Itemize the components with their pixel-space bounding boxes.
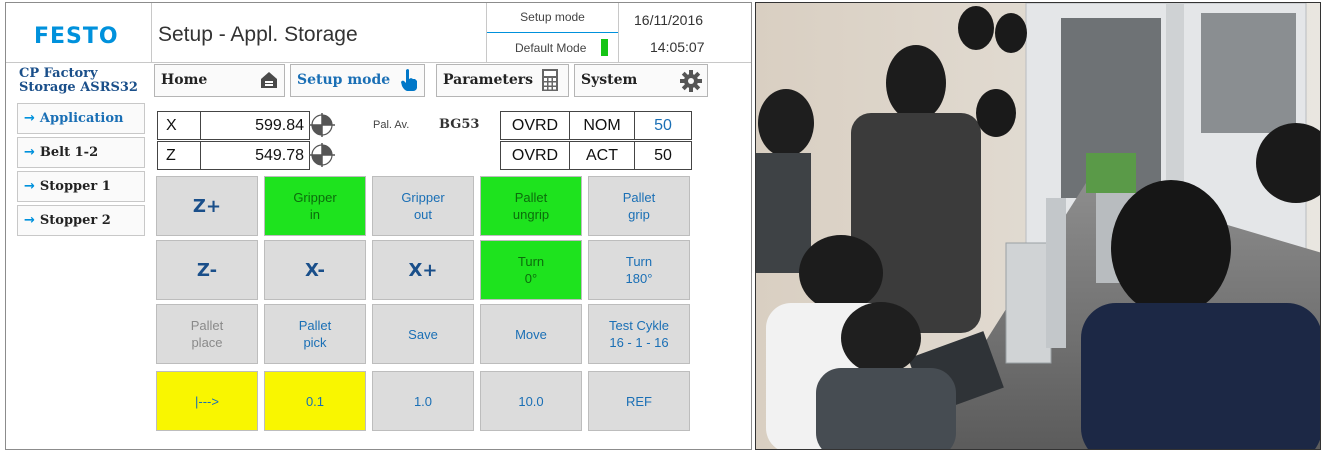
z-axis-label: Z — [157, 141, 201, 170]
turn-180-button[interactable]: Turn 180° — [588, 240, 690, 300]
gripper-in-button[interactable]: Gripper in — [264, 176, 366, 236]
pallet-ungrip-button[interactable]: Pallet ungrip — [480, 176, 582, 236]
tab-setup-mode-label: Setup mode — [297, 72, 391, 88]
arrow-right-icon: → — [24, 111, 35, 126]
x-axis-label: X — [157, 111, 201, 140]
sidebar-item-application[interactable]: → Application — [17, 103, 145, 134]
station-name-line1: CP Factory — [19, 66, 98, 81]
test-cycle-button[interactable]: Test Cykle 16 - 1 - 16 — [588, 304, 690, 364]
move-button[interactable]: Move — [480, 304, 582, 364]
pallet-available-label: Pal. Av. — [373, 119, 410, 131]
tab-setup-mode[interactable]: Setup mode — [290, 64, 425, 97]
gear-icon — [680, 70, 702, 92]
save-button[interactable]: Save — [372, 304, 474, 364]
date-display: 16/11/2016 — [634, 12, 704, 28]
pallet-place-button[interactable]: Pallet place — [156, 304, 258, 364]
z-plus-button[interactable]: Z+ — [156, 176, 258, 236]
turn-0-button[interactable]: Turn 0° — [480, 240, 582, 300]
mode-label: Setup mode — [487, 3, 618, 33]
reference-button[interactable]: REF — [588, 371, 690, 431]
station-name: CP Factory Storage ASRS32 — [19, 67, 138, 95]
override-type-nominal: NOM — [569, 111, 635, 140]
header-bar: FESTO Setup - Appl. Storage Setup mode D… — [6, 3, 751, 63]
home-icon — [261, 72, 277, 88]
sidebar-item-stopper-1[interactable]: → Stopper 1 — [17, 171, 145, 202]
override-label: OVRD — [500, 111, 570, 140]
page-title: Setup - Appl. Storage — [158, 23, 358, 46]
lab-photo — [755, 2, 1321, 450]
x-plus-button[interactable]: X+ — [372, 240, 474, 300]
sidebar-item-label: Application — [39, 111, 124, 126]
mode-status: Setup mode Default Mode — [486, 3, 619, 63]
hand-pointer-icon — [401, 69, 417, 91]
tab-parameters[interactable]: Parameters — [436, 64, 569, 97]
arrow-right-icon: → — [24, 145, 35, 160]
tab-system[interactable]: System — [574, 64, 708, 97]
gripper-out-button[interactable]: Gripper out — [372, 176, 474, 236]
step-10-0-button[interactable]: 10.0 — [480, 371, 582, 431]
hmi-screen: FESTO Setup - Appl. Storage Setup mode D… — [5, 2, 752, 450]
z-minus-button[interactable]: Z- — [156, 240, 258, 300]
mode-value: Default Mode — [515, 41, 587, 55]
sidebar-item-stopper-2[interactable]: → Stopper 2 — [17, 205, 145, 236]
sidebar-item-label: Stopper 2 — [39, 213, 111, 228]
override-label: OVRD — [500, 141, 570, 170]
pallet-grip-button[interactable]: Pallet grip — [588, 176, 690, 236]
lab-photo-illustration — [756, 3, 1320, 449]
pallet-sensor-value: BG53 — [439, 117, 480, 132]
pallet-pick-button[interactable]: Pallet pick — [264, 304, 366, 364]
sidebar-item-belt[interactable]: → Belt 1-2 — [17, 137, 145, 168]
sidebar-item-label: Belt 1-2 — [39, 145, 99, 160]
step-1-0-button[interactable]: 1.0 — [372, 371, 474, 431]
sidebar-item-label: Stopper 1 — [39, 179, 111, 194]
tab-home[interactable]: Home — [154, 64, 285, 97]
tab-parameters-label: Parameters — [443, 72, 534, 88]
crosshair-icon — [309, 113, 335, 137]
time-display: 14:05:07 — [650, 39, 705, 55]
jog-continuous-button[interactable]: |---> — [156, 371, 258, 431]
calculator-icon — [542, 69, 558, 91]
override-type-actual: ACT — [569, 141, 635, 170]
arrow-right-icon: → — [24, 213, 35, 228]
festo-logo: FESTO — [34, 24, 119, 49]
arrow-right-icon: → — [24, 179, 35, 194]
z-position-value: 549.78 — [200, 141, 310, 170]
override-nominal-input[interactable]: 50 — [634, 111, 692, 140]
x-position-value: 599.84 — [200, 111, 310, 140]
tab-system-label: System — [581, 72, 638, 88]
header-divider — [151, 3, 152, 63]
tab-home-label: Home — [161, 72, 208, 88]
crosshair-icon — [309, 143, 335, 167]
step-0-1-button[interactable]: 0.1 — [264, 371, 366, 431]
composite-figure: FESTO Setup - Appl. Storage Setup mode D… — [0, 0, 1324, 452]
mode-indicator — [601, 39, 608, 56]
override-actual-value: 50 — [634, 141, 692, 170]
station-name-line2: Storage ASRS32 — [19, 80, 138, 95]
x-minus-button[interactable]: X- — [264, 240, 366, 300]
